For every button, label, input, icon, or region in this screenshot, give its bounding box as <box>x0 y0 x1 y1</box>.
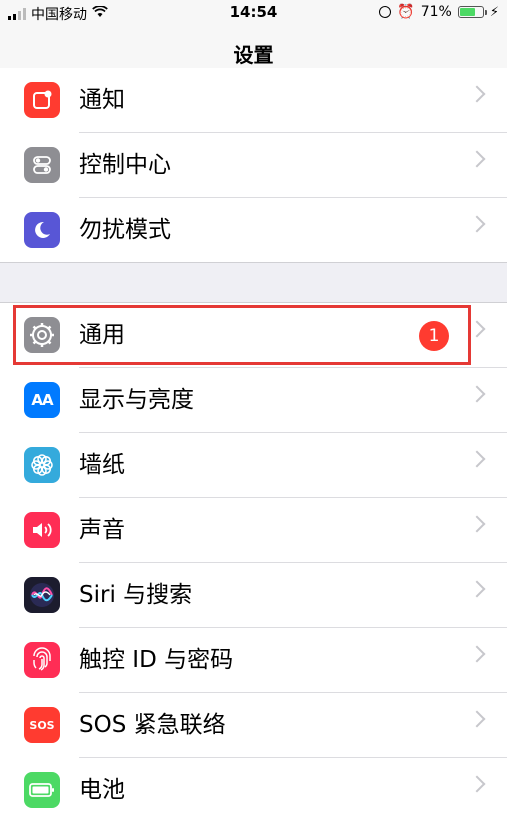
gear-icon <box>24 317 60 353</box>
chevron-right-icon <box>468 215 486 233</box>
chevron-right-icon <box>468 515 486 533</box>
row-label: 触控 ID 与密码 <box>79 647 234 673</box>
row-label: SOS 紧急联络 <box>79 712 226 738</box>
section-gap <box>0 262 507 303</box>
row-label: 勿扰模式 <box>79 217 171 243</box>
touch-id-icon <box>24 642 60 678</box>
display-brightness-icon: AA <box>24 382 60 418</box>
settings-row-touch-id[interactable]: 触控 ID 与密码 <box>0 628 507 693</box>
sound-icon <box>24 512 60 548</box>
chevron-right-icon <box>468 150 486 168</box>
charging-icon: ⚡ <box>489 4 499 20</box>
row-label: 通用 <box>79 322 125 348</box>
page-title: 设置 <box>233 43 274 67</box>
status-bar: 中国移动 14:54 ⏰ 71% ⚡ <box>0 0 507 26</box>
settings-row-sound[interactable]: 声音 <box>0 498 507 563</box>
battery-percent: 71% <box>420 4 452 20</box>
chevron-right-icon <box>468 320 486 338</box>
icon-text: SOS <box>29 718 55 732</box>
settings-row-emergency-sos[interactable]: SOS SOS 紧急联络 <box>0 693 507 758</box>
chevron-right-icon <box>468 775 486 793</box>
chevron-right-icon <box>468 580 486 598</box>
settings-row-control-center[interactable]: 控制中心 <box>0 133 507 198</box>
chevron-right-icon <box>468 645 486 663</box>
notifications-icon <box>24 82 60 118</box>
sos-icon: SOS <box>24 707 60 743</box>
status-right: ⏰ 71% ⚡ <box>379 4 499 20</box>
wallpaper-icon <box>24 447 60 483</box>
settings-row-notifications[interactable]: 通知 <box>0 68 507 133</box>
control-center-icon <box>24 147 60 183</box>
row-label: 显示与亮度 <box>79 387 194 413</box>
row-label: 控制中心 <box>79 152 171 178</box>
orientation-lock-icon <box>379 6 392 18</box>
row-label: Siri 与搜索 <box>79 582 193 608</box>
battery-indicator-icon <box>457 6 487 18</box>
alarm-icon: ⏰ <box>397 4 415 20</box>
chevron-right-icon <box>468 85 486 103</box>
chevron-right-icon <box>468 450 486 468</box>
row-label: 通知 <box>79 87 125 113</box>
row-label: 声音 <box>79 517 125 543</box>
chevron-right-icon <box>468 710 486 728</box>
settings-row-general[interactable]: 通用 1 <box>0 303 507 368</box>
icon-text: AA <box>31 391 53 409</box>
battery-icon <box>24 772 60 808</box>
siri-icon <box>24 577 60 613</box>
settings-row-siri[interactable]: Siri 与搜索 <box>0 563 507 628</box>
settings-row-battery[interactable]: 电池 <box>0 758 507 823</box>
battery-fill <box>459 8 476 16</box>
notification-badge: 1 <box>419 321 449 351</box>
settings-row-wallpaper[interactable]: 墙纸 <box>0 433 507 498</box>
chevron-right-icon <box>468 385 486 403</box>
settings-row-display-brightness[interactable]: AA 显示与亮度 <box>0 368 507 433</box>
settings-row-do-not-disturb[interactable]: 勿扰模式 <box>0 198 507 263</box>
row-label: 墙纸 <box>79 452 125 478</box>
row-label: 电池 <box>79 777 125 803</box>
do-not-disturb-icon <box>24 212 60 248</box>
